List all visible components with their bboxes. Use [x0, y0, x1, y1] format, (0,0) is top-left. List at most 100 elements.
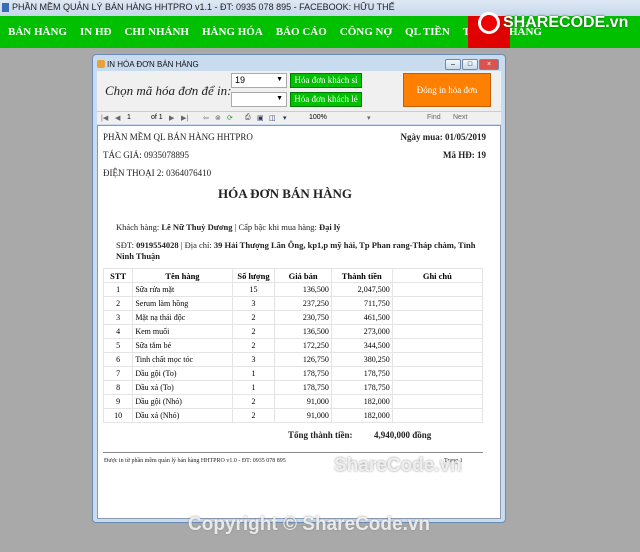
logo-icon [478, 12, 500, 34]
invoice-code: Mã HĐ: 19 [443, 150, 486, 160]
print-icon[interactable]: ⎙ [245, 114, 251, 122]
table-cell: 136,500 [274, 282, 332, 297]
column-header: Ghi chú [391, 268, 484, 283]
report-toolbar: |◀ ◀ 1 of 1 ▶ ▶| ⇦ ⊗ ⟳ ⎙ ▣ ◫ ▾ 100% ▾ Fi… [97, 111, 501, 124]
table-cell [391, 296, 484, 311]
retail-invoice-button[interactable]: Hóa đơn khách lẻ [290, 92, 362, 107]
table-cell: 2 [231, 338, 276, 353]
page-input[interactable]: 1 [127, 114, 131, 121]
find-link[interactable]: Find [427, 114, 441, 121]
table-cell: 178,750 [330, 380, 393, 395]
table-cell [391, 408, 484, 423]
next-page-icon[interactable]: ▶ [169, 114, 174, 122]
table-row: 1 Sữa rửa mặt 15 136,500 2,047,500 [102, 282, 484, 297]
zoom-chevron-icon[interactable]: ▾ [367, 114, 371, 122]
dialog-icon [97, 60, 105, 68]
table-cell: 15 [231, 282, 276, 297]
customer-line: Khách hàng: Lê Nữ Thuỳ Dương | Cấp bậc k… [116, 222, 341, 232]
table-cell: 136,500 [274, 324, 332, 339]
table-cell: 2 [231, 394, 276, 409]
table-cell: Dầu xả (Nhỏ) [132, 408, 233, 423]
table-cell: 91,000 [274, 394, 332, 409]
table-cell: 4 [102, 324, 134, 339]
table-cell: 1 [231, 366, 276, 381]
table-row: 6 Tinh chất mọc tóc 3 126,750 380,250 [102, 352, 484, 367]
table-cell: 6 [102, 352, 134, 367]
table-cell: Sữa tắm bé [132, 338, 233, 353]
table-cell: Serum làm hồng [132, 296, 233, 311]
table-row: 4 Kem muối 2 136,500 273,000 [102, 324, 484, 339]
items-table: STT Tên hàng Số lượng Giá bán Thành tiền Ghi … [102, 268, 484, 423]
menu-item[interactable]: BÁO CÁO [276, 26, 327, 38]
table-row: 7 Dầu gội (To) 1 178,750 178,750 [102, 366, 484, 381]
table-cell: Dầu gội (To) [132, 366, 233, 381]
back-icon[interactable]: ⇦ [203, 114, 209, 122]
table-cell [391, 310, 484, 325]
export-icon[interactable]: ▾ [283, 114, 287, 122]
last-page-icon[interactable]: ▶| [181, 114, 188, 122]
app-icon [2, 3, 9, 12]
table-cell: 172,250 [274, 338, 332, 353]
stop-icon[interactable]: ⊗ [215, 114, 221, 122]
table-cell: Mặt nạ thải độc [132, 310, 233, 325]
page-count: of 1 [151, 114, 163, 121]
column-header: Tên hàng [132, 268, 233, 283]
footer-text: Được in từ phần mềm quản lý bán hàng HHT… [104, 458, 286, 464]
contact-line: SĐT: 0919554028 | Địa chỉ: 39 Hải Thượng… [116, 240, 476, 261]
menu-item[interactable]: IN HĐ [80, 26, 111, 38]
table-cell: 8 [102, 380, 134, 395]
table-cell [391, 394, 484, 409]
wholesale-invoice-button[interactable]: Hóa đơn khách sỉ [290, 73, 362, 88]
invoice-select[interactable]: 19 ▼ [231, 73, 287, 88]
table-cell: 1 [231, 380, 276, 395]
menu-item[interactable]: CÔNG NỢ [340, 26, 392, 38]
close-print-button[interactable]: Đóng in hóa đơn [403, 73, 491, 107]
maximize-button[interactable]: □ [462, 59, 478, 70]
table-row: 2 Serum làm hồng 3 237,250 711,750 [102, 296, 484, 311]
table-cell: 178,750 [330, 366, 393, 381]
table-cell: Dầu gội (Nhỏ) [132, 394, 233, 409]
print-layout-icon[interactable]: ▣ [257, 114, 264, 122]
page-setup-icon[interactable]: ◫ [269, 114, 276, 122]
table-cell: 380,250 [330, 352, 393, 367]
table-cell: 182,000 [330, 408, 393, 423]
copyright-watermark: Copyright © ShareCode.vn [188, 514, 431, 535]
table-cell: 711,750 [330, 296, 393, 311]
menu-item[interactable]: BÁN HÀNG [8, 26, 67, 38]
total-value: 4,940,000 đồng [374, 430, 432, 440]
table-cell: 1 [102, 282, 134, 297]
minimize-button[interactable]: – [445, 59, 461, 70]
table-cell: 5 [102, 338, 134, 353]
table-cell: 182,000 [330, 394, 393, 409]
chevron-down-icon: ▼ [276, 95, 283, 102]
menu-item[interactable]: CHI NHÁNH [124, 26, 188, 38]
table-cell: 3 [231, 296, 276, 311]
prev-page-icon[interactable]: ◀ [115, 114, 120, 122]
table-cell [391, 352, 484, 367]
table-cell: 2 [231, 324, 276, 339]
zoom-select[interactable]: 100% [309, 114, 327, 121]
next-link[interactable]: Next [453, 114, 467, 121]
table-cell [391, 282, 484, 297]
table-row: 3 Mặt nạ thải độc 2 230,750 461,500 [102, 310, 484, 325]
table-cell: 2 [102, 296, 134, 311]
table-cell: 178,750 [274, 366, 332, 381]
table-cell: 2,047,500 [330, 282, 393, 297]
second-select[interactable]: ▼ [231, 92, 287, 107]
menu-item[interactable]: HÀNG HÓA [202, 26, 263, 38]
company-name: PHẦN MỀM QL BÁN HÀNG HHTPRO [103, 132, 253, 142]
column-header: Giá bán [274, 268, 332, 283]
table-cell: 230,750 [274, 310, 332, 325]
table-cell: 461,500 [330, 310, 393, 325]
table-cell: Dầu xả (To) [132, 380, 233, 395]
menu-item[interactable]: QL TIỀN [405, 26, 450, 38]
chevron-down-icon: ▼ [276, 76, 283, 83]
first-page-icon[interactable]: |◀ [101, 114, 108, 122]
footer-divider [103, 452, 483, 453]
table-cell: 3 [231, 352, 276, 367]
table-cell: Sữa rửa mặt [132, 282, 233, 297]
dialog-title: IN HÓA ĐƠN BÁN HÀNG [107, 60, 199, 69]
close-button[interactable]: × [479, 59, 499, 70]
table-cell: Kem muối [132, 324, 233, 339]
refresh-icon[interactable]: ⟳ [227, 114, 233, 122]
